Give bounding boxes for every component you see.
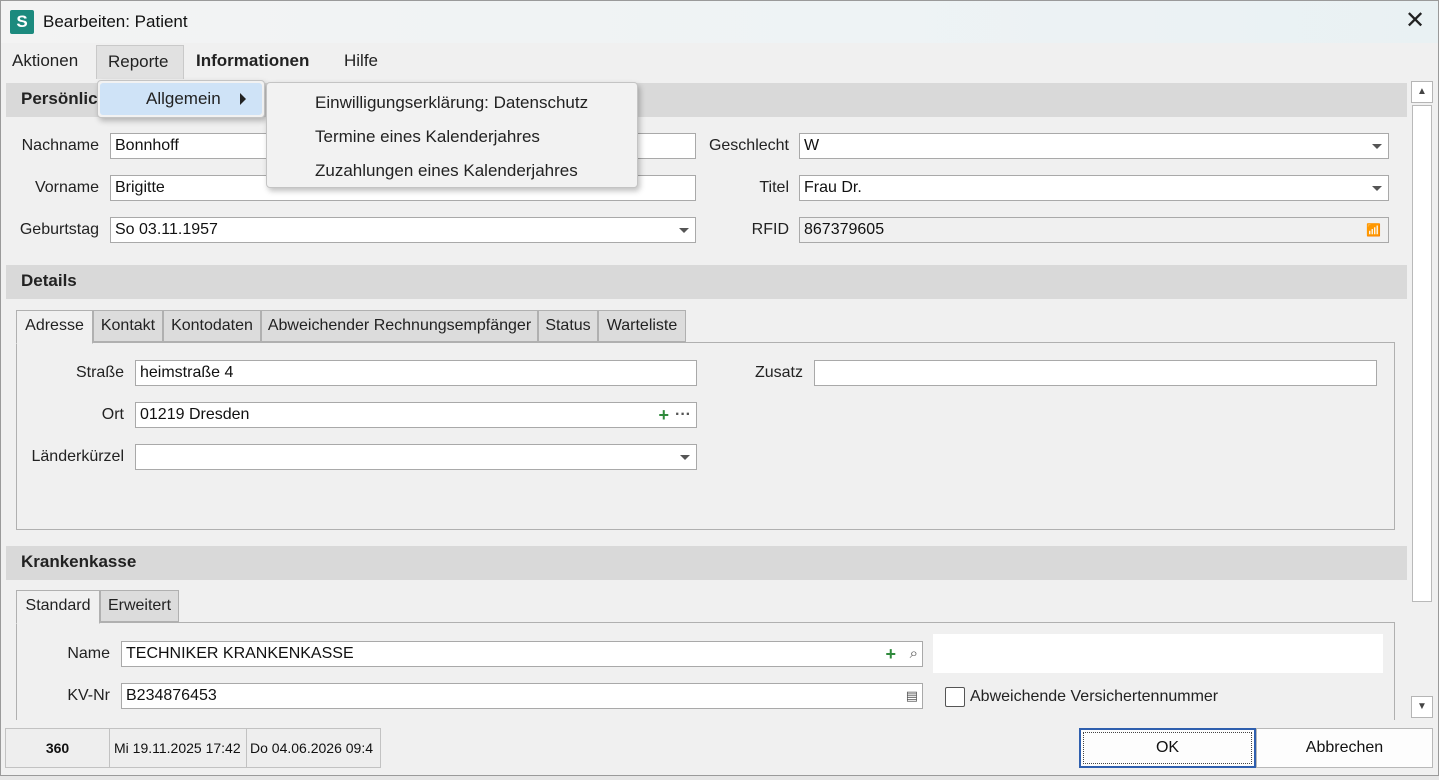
zusatz-label: Zusatz <box>754 364 803 381</box>
details-tabbar: Adresse Kontakt Kontodaten Abweichender … <box>16 310 716 344</box>
tab-abweichender-rechnungsempfaenger[interactable]: Abweichender Rechnungsempfänger <box>261 310 538 342</box>
allgemein-submenu: Einwilligungserklärung: Datenschutz Term… <box>266 82 638 188</box>
kk-name-value: TECHNIKER KRANKENKASSE <box>126 645 354 662</box>
ort-field[interactable]: 01219 Dresden + ··· <box>135 402 697 428</box>
section-header-details: Details <box>6 265 1407 299</box>
strasse-field[interactable]: heimstraße 4 <box>135 360 697 386</box>
scroll-thumb[interactable] <box>1412 105 1432 602</box>
geburtstag-field[interactable]: So 03.11.1957 <box>110 217 696 243</box>
chevron-down-icon[interactable] <box>679 228 689 233</box>
menu-hilfe[interactable]: Hilfe <box>333 45 389 79</box>
section-header-krankenkasse: Krankenkasse <box>6 546 1407 580</box>
status-record-id: 360 <box>6 729 110 767</box>
window-title: Bearbeiten: Patient <box>43 12 188 31</box>
menu-item-allgemein[interactable]: Allgemein <box>100 83 262 115</box>
submenu-item-zuzahlungen-kalenderjahr[interactable]: Zuzahlungen eines Kalenderjahres <box>315 161 578 181</box>
tab-erweitert[interactable]: Erweitert <box>100 590 179 622</box>
rfid-label: RFID <box>751 221 789 238</box>
menu-bar: Aktionen Reporte Informationen Hilfe <box>1 43 1438 79</box>
status-bar: 360 Mi 19.11.2025 17:42 Do 04.06.2026 09… <box>5 728 381 768</box>
tab-kontakt[interactable]: Kontakt <box>93 310 163 342</box>
scroll-up-icon[interactable]: ▲ <box>1411 81 1433 103</box>
ort-value: 01219 Dresden <box>140 406 250 423</box>
krankenkasse-tabbar: Standard Erweitert <box>16 590 216 624</box>
status-created-date: Mi 19.11.2025 17:42 <box>110 729 247 767</box>
abweichende-versichertennummer-label: Abweichende Versichertennummer <box>970 688 1219 705</box>
close-icon[interactable]: ✕ <box>1392 1 1438 43</box>
menu-informationen[interactable]: Informationen <box>185 45 320 79</box>
strasse-label: Straße <box>75 364 124 381</box>
abweichende-versichertennummer-checkbox[interactable] <box>945 687 965 707</box>
ellipsis-icon[interactable]: ··· <box>675 403 691 427</box>
titel-label: Titel <box>759 179 789 196</box>
tab-status[interactable]: Status <box>538 310 598 342</box>
laenderkuerzel-label: Länderkürzel <box>31 448 125 465</box>
vorname-label: Vorname <box>34 179 99 196</box>
titel-value: Frau Dr. <box>804 179 862 196</box>
scroll-down-icon[interactable]: ▼ <box>1411 696 1433 718</box>
id-card-icon[interactable]: ▤ <box>906 684 918 708</box>
laenderkuerzel-select[interactable] <box>135 444 697 470</box>
reporte-dropdown-menu: Allgemein <box>97 80 265 118</box>
tab-warteliste[interactable]: Warteliste <box>598 310 686 342</box>
ort-label: Ort <box>101 406 124 423</box>
submenu-arrow-icon <box>240 93 246 105</box>
chevron-down-icon[interactable] <box>680 455 690 460</box>
antenna-icon[interactable]: 📶 <box>1366 218 1381 242</box>
tab-standard[interactable]: Standard <box>16 590 100 624</box>
kk-info-box <box>933 634 1383 673</box>
vertical-scrollbar[interactable]: ▲ ▼ <box>1411 81 1435 719</box>
kvnr-field[interactable]: B234876453 ▤ <box>121 683 923 709</box>
geschlecht-value: W <box>804 137 820 154</box>
menu-aktionen[interactable]: Aktionen <box>1 45 89 79</box>
geburtstag-label: Geburtstag <box>19 221 99 238</box>
geschlecht-label: Geschlecht <box>708 137 789 154</box>
tab-adresse[interactable]: Adresse <box>16 310 93 344</box>
kvnr-value: B234876453 <box>126 687 217 704</box>
title-bar: S Bearbeiten: Patient ✕ <box>1 1 1438 43</box>
kk-name-label: Name <box>67 645 110 662</box>
kk-name-field[interactable]: TECHNIKER KRANKENKASSE + ⌕ <box>121 641 923 667</box>
menu-reporte[interactable]: Reporte <box>96 45 184 79</box>
app-logo-icon: S <box>10 10 34 34</box>
vorname-value: Brigitte <box>115 179 165 196</box>
chevron-down-icon[interactable] <box>1372 186 1382 191</box>
geburtstag-value: So 03.11.1957 <box>115 221 218 238</box>
chevron-down-icon[interactable] <box>1372 144 1382 149</box>
tab-kontodaten[interactable]: Kontodaten <box>163 310 261 342</box>
magnifier-icon[interactable]: ⌕ <box>910 642 918 666</box>
submenu-item-einwilligungserklaerung[interactable]: Einwilligungserklärung: Datenschutz <box>315 93 588 113</box>
rfid-value: 867379605 <box>804 221 885 238</box>
zusatz-field[interactable] <box>814 360 1377 386</box>
nachname-label: Nachname <box>21 137 99 154</box>
ok-button[interactable]: OK <box>1079 728 1256 768</box>
nachname-value: Bonnhoff <box>115 137 179 154</box>
submenu-item-termine-kalenderjahr[interactable]: Termine eines Kalenderjahres <box>315 127 540 147</box>
status-modified-date: Do 04.06.2026 09:4 <box>250 740 373 756</box>
cancel-button[interactable]: Abbrechen <box>1256 728 1433 768</box>
rfid-field[interactable]: 867379605 📶 <box>799 217 1389 243</box>
plus-icon[interactable]: + <box>885 642 896 666</box>
patient-edit-dialog: S Bearbeiten: Patient ✕ Aktionen Reporte… <box>0 0 1439 776</box>
titel-select[interactable]: Frau Dr. <box>799 175 1389 201</box>
plus-icon[interactable]: + <box>658 403 669 427</box>
menu-item-allgemein-label: Allgemein <box>146 89 221 108</box>
strasse-value: heimstraße 4 <box>140 364 234 381</box>
geschlecht-select[interactable]: W <box>799 133 1389 159</box>
kvnr-label: KV-Nr <box>67 687 110 704</box>
